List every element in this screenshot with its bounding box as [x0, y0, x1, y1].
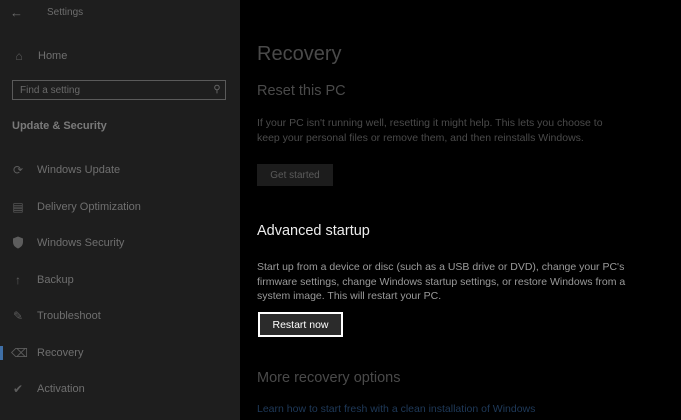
- selection-indicator: [0, 346, 3, 360]
- window-title: Settings: [47, 7, 84, 18]
- search-icon[interactable]: ⚲: [209, 81, 225, 99]
- sidebar-item-label: Backup: [37, 274, 74, 286]
- search-input[interactable]: [13, 81, 209, 99]
- home-label: Home: [38, 50, 68, 62]
- sidebar-item-backup[interactable]: ↑ Backup: [0, 265, 240, 295]
- home-icon: ⌂: [15, 49, 23, 63]
- shield-icon: [11, 236, 25, 250]
- recovery-icon: ⌫: [11, 346, 28, 360]
- restart-now-button[interactable]: Restart now: [258, 312, 343, 337]
- advanced-startup-description: Start up from a device or disc (such as …: [257, 261, 626, 302]
- nav-home[interactable]: ⌂ Home: [12, 48, 67, 64]
- clean-install-link[interactable]: Learn how to start fresh with a clean in…: [257, 403, 535, 415]
- get-started-button[interactable]: Get started: [257, 164, 333, 186]
- delivery-optimization-icon: ▤: [12, 200, 24, 214]
- sidebar: ← Settings ⌂ Home ⚲ Update & Security ⟳ …: [0, 0, 240, 420]
- advanced-startup-title: Advanced startup: [257, 223, 370, 239]
- reset-section-title: Reset this PC: [257, 83, 346, 99]
- sync-icon: ⟳: [12, 163, 24, 177]
- search-box[interactable]: ⚲: [12, 80, 226, 100]
- backup-arrow-icon: ↑: [15, 273, 21, 287]
- sidebar-item-activation[interactable]: ✔ Activation: [0, 374, 240, 404]
- more-recovery-options-title: More recovery options: [257, 370, 401, 386]
- sidebar-item-windows-security[interactable]: Windows Security: [0, 228, 240, 258]
- sidebar-item-windows-update[interactable]: ⟳ Windows Update: [0, 155, 240, 185]
- activation-check-icon: ✔: [12, 382, 24, 396]
- back-arrow-icon[interactable]: ←: [10, 5, 28, 21]
- sidebar-item-troubleshoot[interactable]: ✎ Troubleshoot: [0, 301, 240, 331]
- sidebar-item-label: Windows Security: [37, 237, 125, 249]
- sidebar-item-recovery[interactable]: ⌫ Recovery: [0, 338, 240, 368]
- sidebar-item-label: Recovery: [37, 347, 84, 359]
- sidebar-item-delivery-optimization[interactable]: ▤ Delivery Optimization: [0, 192, 240, 222]
- main-content: Recovery Reset this PC If your PC isn't …: [240, 0, 681, 420]
- page-title: Recovery: [257, 43, 342, 65]
- sidebar-item-label: Delivery Optimization: [37, 201, 141, 213]
- sidebar-item-label: Activation: [37, 383, 85, 395]
- sidebar-item-label: Windows Update: [37, 164, 121, 176]
- wrench-icon: ✎: [12, 309, 24, 323]
- section-title: Update & Security: [12, 120, 107, 132]
- reset-description: If your PC isn't running well, resetting…: [257, 117, 603, 144]
- sidebar-item-label: Troubleshoot: [37, 310, 101, 322]
